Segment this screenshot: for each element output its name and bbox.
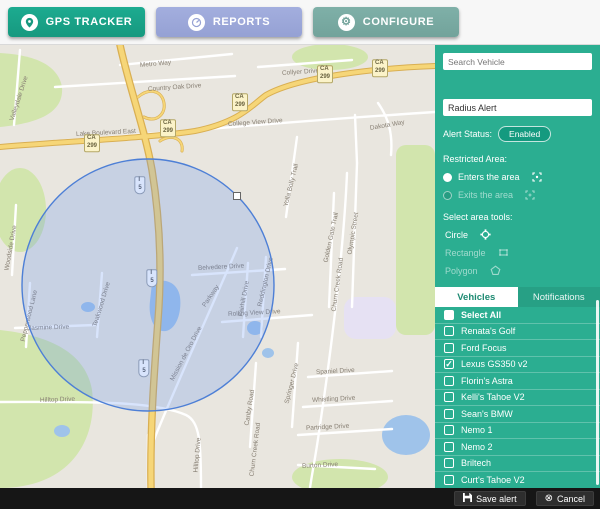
gear-icon: ⚙ [338,14,355,31]
alert-panel: Alert Status: Enabled Restricted Area: E… [435,45,600,488]
vehicle-checkbox[interactable] [444,475,454,485]
vehicle-label: Renata's Golf [461,326,515,336]
tab-reports[interactable]: REPORTS [156,7,302,37]
map-canvas[interactable]: Valleydale DriveMetro WayCountry Oak Dri… [0,45,435,488]
tab-gps-tracker-label: GPS TRACKER [46,16,133,28]
enters-area-radio[interactable] [443,173,452,182]
cancel-icon: ⊗ [545,494,553,504]
vehicle-label: Nemo 1 [461,425,493,435]
tool-rectangle-label: Rectangle [445,248,486,258]
vehicle-checkbox[interactable] [444,376,454,386]
vehicle-checkbox[interactable] [444,326,454,336]
vehicle-label: Curt's Tahoe V2 [461,475,525,485]
location-pin-icon [21,14,38,31]
vehicle-label: Ford Focus [461,343,507,353]
search-vehicle-input[interactable] [443,53,592,70]
alert-status-toggle[interactable]: Enabled [498,126,551,142]
vehicle-label: Florin's Astra [461,376,513,386]
vehicle-label: Lexus GS350 v2 [461,359,528,369]
exits-area-radio[interactable] [443,191,452,200]
vehicle-row[interactable]: Select All [435,307,600,324]
tab-notifications[interactable]: Notifications [518,287,600,307]
tab-gps-tracker[interactable]: GPS TRACKER [8,7,145,37]
option-exits-area[interactable]: Exits the area [443,190,592,200]
alert-status-label: Alert Status: [443,129,492,139]
vehicle-checkbox[interactable] [444,392,454,402]
tool-polygon[interactable]: Polygon [443,265,592,276]
cancel-label: Cancel [557,494,585,504]
vehicle-row[interactable]: Briltech [435,456,600,473]
circle-tool-icon [480,229,491,240]
vehicle-checkbox[interactable] [444,343,454,353]
tool-rectangle[interactable]: Rectangle [443,247,592,258]
vehicle-row[interactable]: Kelli's Tahoe V2 [435,390,600,407]
option-enters-area[interactable]: Enters the area [443,172,592,182]
vehicle-row[interactable]: Nemo 2 [435,439,600,456]
circle-resize-handle[interactable] [233,192,241,200]
vehicle-row[interactable]: Renata's Golf [435,324,600,341]
vehicle-row[interactable]: Curt's Tahoe V2 [435,472,600,488]
vehicle-list-scrollbar[interactable] [596,300,599,485]
tool-polygon-label: Polygon [445,266,478,276]
vehicle-checkbox[interactable] [444,458,454,468]
tool-circle[interactable]: Circle [443,229,592,240]
save-alert-button[interactable]: Save alert [454,491,526,506]
restricted-area-label: Restricted Area: [443,154,592,164]
vehicle-row[interactable]: ✓ Lexus GS350 v2 [435,357,600,374]
area-tools-label: Select area tools: [443,212,592,222]
tab-vehicles[interactable]: Vehicles [435,287,518,307]
vehicle-list: Select All Renata's Golf Ford Focus ✓ Lexus … [435,307,600,488]
tool-circle-label: Circle [445,230,468,240]
vehicle-label: Select All [461,310,501,320]
vehicle-checkbox[interactable] [444,310,454,320]
vehicle-row[interactable]: Florin's Astra [435,373,600,390]
exits-area-label: Exits the area [458,190,513,200]
vehicle-label: Kelli's Tahoe V2 [461,392,525,402]
vehicle-label: Nemo 2 [461,442,493,452]
polygon-tool-icon [490,265,501,276]
save-icon [463,493,472,504]
cancel-button[interactable]: ⊗ Cancel [536,491,594,506]
exit-area-icon [525,190,535,200]
rectangle-tool-icon [498,247,509,258]
vehicle-row[interactable]: Nemo 1 [435,423,600,440]
alert-name-input[interactable] [443,99,592,116]
vehicle-checkbox[interactable] [444,409,454,419]
vehicle-row[interactable]: Ford Focus [435,340,600,357]
bottom-bar: Save alert ⊗ Cancel [0,488,600,509]
gauge-icon [188,14,205,31]
vehicle-label: Sean's BMW [461,409,513,419]
enter-area-icon [532,172,542,182]
tab-configure[interactable]: ⚙ CONFIGURE [313,7,459,37]
top-nav: GPS TRACKER REPORTS ⚙ CONFIGURE [0,0,600,45]
vehicle-checkbox[interactable] [444,442,454,452]
vehicle-checkbox[interactable] [444,425,454,435]
vehicle-row[interactable]: Sean's BMW [435,406,600,423]
enters-area-label: Enters the area [458,172,520,182]
tab-configure-label: CONFIGURE [363,16,434,28]
vehicle-label: Briltech [461,458,491,468]
save-alert-label: Save alert [476,494,517,504]
radius-alert-circle[interactable] [0,45,435,488]
tab-reports-label: REPORTS [213,16,270,28]
gps-tracker-app: GPS TRACKER REPORTS ⚙ CONFIGURE [0,0,600,509]
vehicle-checkbox[interactable]: ✓ [444,359,454,369]
